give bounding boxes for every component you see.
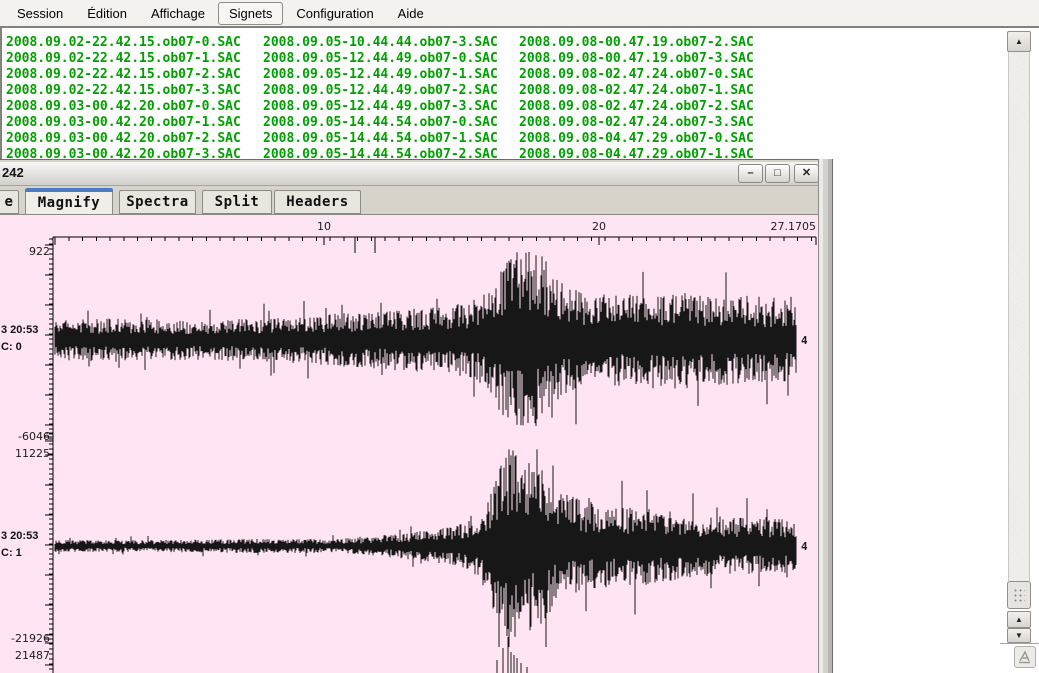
file-entry[interactable]: 2008.09.05-12.44.49.ob07-1.SAC: [263, 67, 498, 82]
file-entry[interactable]: 2008.09.02-22.42.15.ob07-3.SAC: [6, 83, 241, 98]
scroll-step-down-button[interactable]: ▼: [1007, 628, 1031, 643]
tab-headers[interactable]: Headers: [274, 190, 361, 214]
tab-e[interactable]: e: [0, 190, 19, 214]
maximize-icon: □: [774, 168, 781, 179]
menu-item-dition[interactable]: Édition: [76, 2, 138, 25]
file-entry[interactable]: 2008.09.08-02.47.24.ob07-3.SAC: [519, 115, 754, 130]
trace-channel-label: C: 1: [1, 547, 22, 559]
minimize-button[interactable]: –: [738, 164, 763, 183]
menu-item-signets[interactable]: Signets: [218, 2, 283, 25]
seismogram-trace-2: [497, 637, 527, 673]
axis-label: 10: [317, 220, 331, 233]
up-arrow-icon: ▲: [1015, 37, 1023, 46]
menu-item-affichage[interactable]: Affichage: [140, 2, 216, 25]
file-entry[interactable]: 2008.09.08-02.47.24.ob07-0.SAC: [519, 67, 754, 82]
file-entry[interactable]: 2008.09.05-12.44.49.ob07-2.SAC: [263, 83, 498, 98]
axis-label: 4: [801, 334, 808, 347]
tab-spectra[interactable]: Spectra: [119, 190, 196, 214]
annotation-tool-icon: [1017, 650, 1033, 664]
file-entry[interactable]: 2008.09.02-22.42.15.ob07-0.SAC: [6, 35, 241, 50]
scroll-step-up-button[interactable]: ▲: [1007, 611, 1031, 628]
file-entry[interactable]: 2008.09.08-02.47.24.ob07-2.SAC: [519, 99, 754, 114]
minimize-icon: –: [747, 168, 753, 179]
up-arrow-icon: ▲: [1015, 615, 1023, 624]
close-button[interactable]: ✕: [794, 164, 819, 183]
tab-split[interactable]: Split: [202, 190, 272, 214]
file-entry[interactable]: 2008.09.05-12.44.49.ob07-0.SAC: [263, 51, 498, 66]
axis-label: 20: [592, 220, 606, 233]
file-entry[interactable]: 2008.09.08-00.47.19.ob07-2.SAC: [519, 35, 754, 50]
main-scrollbar[interactable]: ▲ ▲ ▼: [1007, 31, 1031, 643]
viewer-tabbar: eMagnifySpectraSplitHeaders: [0, 186, 818, 215]
axis-label: -6046: [18, 430, 50, 443]
annotation-tool-button[interactable]: [1014, 646, 1036, 668]
file-entry[interactable]: 2008.09.05-14.44.54.ob07-1.SAC: [263, 131, 498, 146]
axis-label: 27.1705: [771, 220, 817, 233]
trace-time-label: 3 20:53: [1, 530, 38, 542]
file-entry[interactable]: 2008.09.05-10.44.44.ob07-3.SAC: [263, 35, 498, 50]
trace-time-label: 3 20:53: [1, 324, 38, 336]
tab-magnify[interactable]: Magnify: [25, 188, 113, 215]
viewer-window-title: 242: [2, 165, 24, 180]
viewer-window-right-frame: [818, 159, 833, 673]
down-arrow-icon: ▼: [1015, 631, 1023, 640]
file-entry[interactable]: 2008.09.08-02.47.24.ob07-1.SAC: [519, 83, 754, 98]
file-entry[interactable]: 2008.09.05-14.44.54.ob07-0.SAC: [263, 115, 498, 130]
file-entry[interactable]: 2008.09.03-00.42.20.ob07-2.SAC: [6, 131, 241, 146]
menu-item-configuration[interactable]: Configuration: [285, 2, 384, 25]
axis-label: 11225: [15, 447, 50, 460]
axis-label: 4: [801, 540, 808, 553]
file-entry[interactable]: 2008.09.08-04.47.29.ob07-0.SAC: [519, 131, 754, 146]
file-entry[interactable]: 2008.09.08-00.47.19.ob07-3.SAC: [519, 51, 754, 66]
maximize-button[interactable]: □: [765, 164, 790, 183]
statusbar-divider: [1000, 643, 1039, 645]
seismogram-trace-0: [55, 252, 796, 426]
seismogram-plot[interactable]: 10 20 27.1705 922 -6046 11225 -21926 21487 4 4 3 …: [0, 215, 818, 673]
viewer-titlebar[interactable]: 242 – □ ✕: [0, 162, 818, 186]
axis-label: -21926: [11, 632, 50, 645]
menu-item-session[interactable]: Session: [6, 2, 74, 25]
file-entry[interactable]: 2008.09.05-12.44.49.ob07-3.SAC: [263, 99, 498, 114]
axis-label: 21487: [15, 649, 50, 662]
seismogram-trace-1: [55, 449, 796, 647]
scrollbar-track[interactable]: [1008, 52, 1030, 581]
seismogram-canvas[interactable]: 10 20 27.1705 922 -6046 11225 -21926 21487 4 4: [0, 215, 818, 673]
trace-channel-label: C: 0: [1, 341, 22, 353]
file-entry[interactable]: 2008.09.02-22.42.15.ob07-2.SAC: [6, 67, 241, 82]
file-entry[interactable]: 2008.09.03-00.42.20.ob07-1.SAC: [6, 115, 241, 130]
close-icon: ✕: [802, 168, 811, 179]
menu-bar: SessionÉditionAffichageSignetsConfigurat…: [0, 0, 1039, 26]
axis-label: 922: [29, 245, 50, 258]
menu-item-aide[interactable]: Aide: [387, 2, 435, 25]
scroll-up-button[interactable]: ▲: [1007, 31, 1031, 52]
scrollbar-thumb[interactable]: [1007, 581, 1031, 609]
file-entry[interactable]: 2008.09.02-22.42.15.ob07-1.SAC: [6, 51, 241, 66]
file-entry[interactable]: 2008.09.03-00.42.20.ob07-0.SAC: [6, 99, 241, 114]
